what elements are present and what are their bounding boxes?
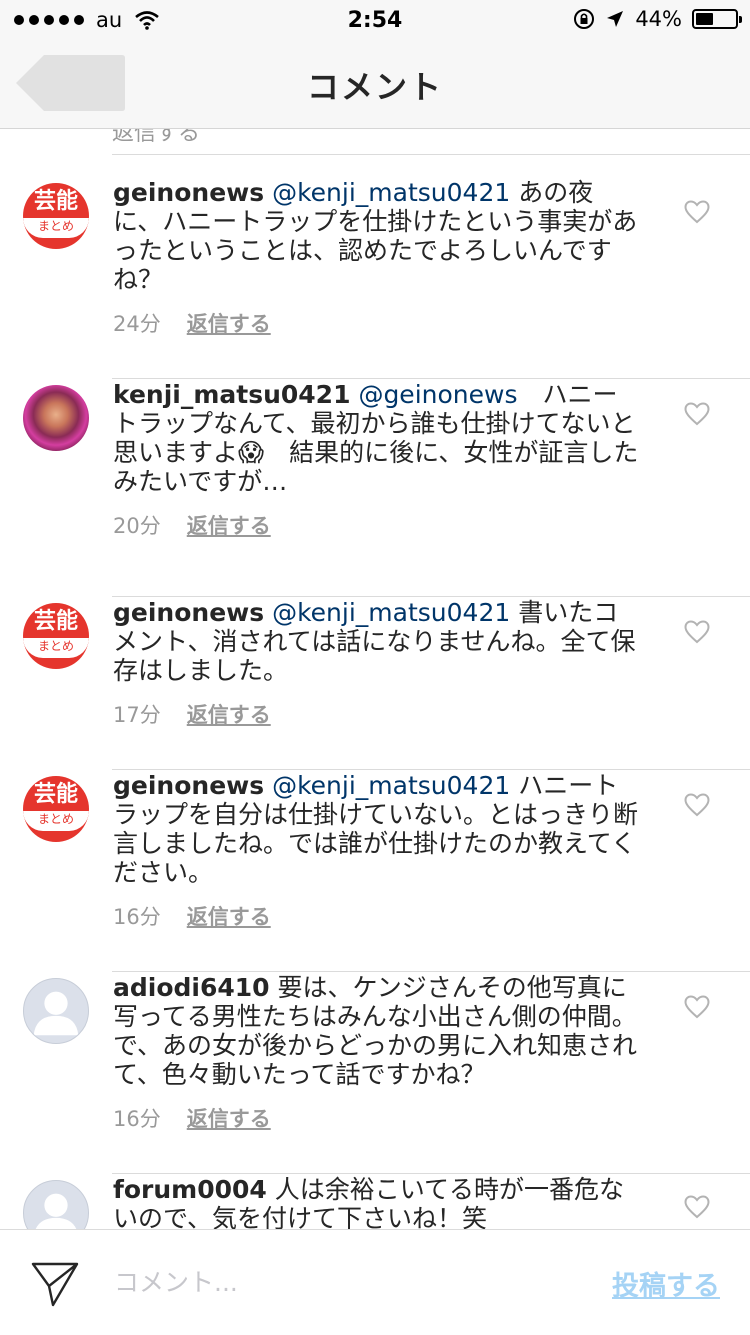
comment-body: 書いたコ bbox=[510, 598, 619, 627]
comment-body: ハニー bbox=[517, 380, 618, 409]
avatar-logo-subtext: まとめ bbox=[23, 218, 89, 238]
comment-username[interactable]: adiodi6410 bbox=[113, 973, 270, 1002]
avatar[interactable]: 芸能 まとめ bbox=[23, 776, 89, 842]
reply-button[interactable]: 返信する bbox=[187, 510, 271, 540]
like-heart-icon[interactable] bbox=[684, 995, 710, 1019]
divider bbox=[112, 769, 750, 770]
comment-mention[interactable]: @geinonews bbox=[358, 380, 517, 409]
like-heart-icon[interactable] bbox=[684, 793, 710, 817]
avatar[interactable] bbox=[23, 385, 89, 451]
divider bbox=[112, 596, 750, 597]
reply-button[interactable]: 返信する bbox=[187, 308, 271, 338]
avatar-logo-subtext: まとめ bbox=[23, 811, 89, 831]
send-icon[interactable] bbox=[30, 1260, 80, 1308]
page-title: コメント bbox=[306, 68, 443, 106]
comment-body: ハニート bbox=[510, 771, 619, 800]
comment-username[interactable]: kenji_matsu0421 bbox=[113, 380, 350, 409]
comment-username[interactable]: geinonews bbox=[113, 178, 264, 207]
avatar[interactable]: 芸能 まとめ bbox=[23, 603, 89, 669]
divider bbox=[112, 971, 750, 972]
divider bbox=[112, 154, 750, 155]
comment-timestamp: 16分 bbox=[113, 1107, 161, 1131]
battery-icon bbox=[692, 9, 742, 29]
comment-meta: 24分 返信する bbox=[113, 308, 271, 338]
comment-body-rest: に、ハニートラップを仕掛けたという事実があったということは、認めたでよろしいんで… bbox=[113, 207, 638, 294]
comment-username[interactable]: geinonews bbox=[113, 771, 264, 800]
comment-username[interactable]: geinonews bbox=[113, 598, 264, 627]
comment-text: kenji_matsu0421 @geinonews ハニートラップなんて、最初… bbox=[113, 380, 641, 496]
comment-text: geinonews @kenji_matsu0421 書いたコメント、消されては… bbox=[113, 598, 641, 685]
comment-timestamp: 17分 bbox=[113, 703, 161, 727]
comment-mention[interactable]: @kenji_matsu0421 bbox=[272, 598, 510, 627]
orientation-lock-icon bbox=[574, 9, 595, 29]
comment-body-rest: 写ってる男性たちはみんな小出さん側の仲間。で、あの女が後からどっかの男に入れ知恵… bbox=[113, 1002, 638, 1089]
status-right: 44% bbox=[573, 7, 742, 31]
like-heart-icon[interactable] bbox=[684, 402, 710, 426]
comment-input[interactable] bbox=[114, 1262, 554, 1302]
like-heart-icon[interactable] bbox=[684, 1195, 710, 1219]
comment-username[interactable]: forum0004 bbox=[113, 1175, 267, 1204]
default-user-icon bbox=[33, 991, 79, 1036]
reply-button[interactable]: 返信する bbox=[187, 699, 271, 729]
comment-body: 人は余裕こいてる時が一番危な bbox=[274, 1175, 625, 1204]
partial-reply-link[interactable]: 返信する bbox=[112, 129, 200, 147]
avatar-logo-text: 芸能 bbox=[33, 609, 78, 634]
comment-body: 要は、ケンジさんその他写真に bbox=[277, 973, 627, 1002]
comment-text: geinonews @kenji_matsu0421 ハニートラップを自分は仕掛… bbox=[113, 771, 641, 887]
status-bar: au 2:54 44% bbox=[0, 0, 750, 40]
avatar-logo-text: 芸能 bbox=[33, 782, 78, 807]
comment-body-rest: メント、消されては話になりませんね。全て保存はしました。 bbox=[113, 627, 636, 685]
avatar[interactable] bbox=[23, 978, 89, 1044]
comment-meta: 17分 返信する bbox=[113, 699, 271, 729]
comment-body: あの夜 bbox=[510, 178, 594, 207]
comment-text: geinonews @kenji_matsu0421 あの夜に、ハニートラップを… bbox=[113, 178, 641, 294]
comment-body-rest: ラップを自分は仕掛けていない。とはっきり断言しましたね。では誰が仕掛けたのか教え… bbox=[113, 800, 639, 887]
comment-text: forum0004 人は余裕こいてる時が一番危ないので、気を付けて下さいね！笑 bbox=[113, 1175, 641, 1229]
like-heart-icon[interactable] bbox=[684, 200, 710, 224]
comment-mention[interactable]: @kenji_matsu0421 bbox=[272, 178, 510, 207]
comment-input-bar: 投稿する bbox=[0, 1229, 750, 1335]
avatar[interactable]: 芸能 まとめ bbox=[23, 183, 89, 249]
comment-timestamp: 20分 bbox=[113, 514, 161, 538]
comment-meta: 16分 返信する bbox=[113, 901, 271, 931]
avatar-logo-subtext: まとめ bbox=[23, 638, 89, 658]
comment-timestamp: 16分 bbox=[113, 905, 161, 929]
comment-body-rest: いので、気を付けて下さいね！笑 bbox=[113, 1204, 488, 1229]
comment-timestamp: 24分 bbox=[113, 312, 161, 336]
reply-button[interactable]: 返信する bbox=[187, 901, 271, 931]
default-user-icon bbox=[35, 1193, 77, 1229]
divider bbox=[112, 378, 750, 379]
location-arrow-icon bbox=[607, 11, 624, 27]
post-button[interactable]: 投稿する bbox=[612, 1264, 720, 1303]
comment-list[interactable]: 返信する 芸能 まとめ geinonews @kenji_matsu0421 あの夜… bbox=[0, 129, 750, 1229]
comment-meta: 20分 返信する bbox=[113, 510, 271, 540]
avatar-logo-text: 芸能 bbox=[33, 189, 78, 214]
reply-button[interactable]: 返信する bbox=[187, 1103, 271, 1133]
avatar[interactable] bbox=[23, 1180, 89, 1229]
comment-meta: 16分 返信する bbox=[113, 1103, 271, 1133]
battery-percent: 44% bbox=[635, 7, 682, 31]
divider bbox=[112, 1173, 750, 1174]
like-heart-icon[interactable] bbox=[684, 620, 710, 644]
nav-bar: コメント bbox=[0, 40, 750, 129]
comment-mention[interactable]: @kenji_matsu0421 bbox=[272, 771, 510, 800]
comment-text: adiodi6410 要は、ケンジさんその他写真に写ってる男性たちはみんな小出さ… bbox=[113, 973, 641, 1089]
comment-body-rest: トラップなんて、最初から誰も仕掛けてないと思いますよ😱 結果的に後に、女性が証言… bbox=[113, 409, 639, 496]
